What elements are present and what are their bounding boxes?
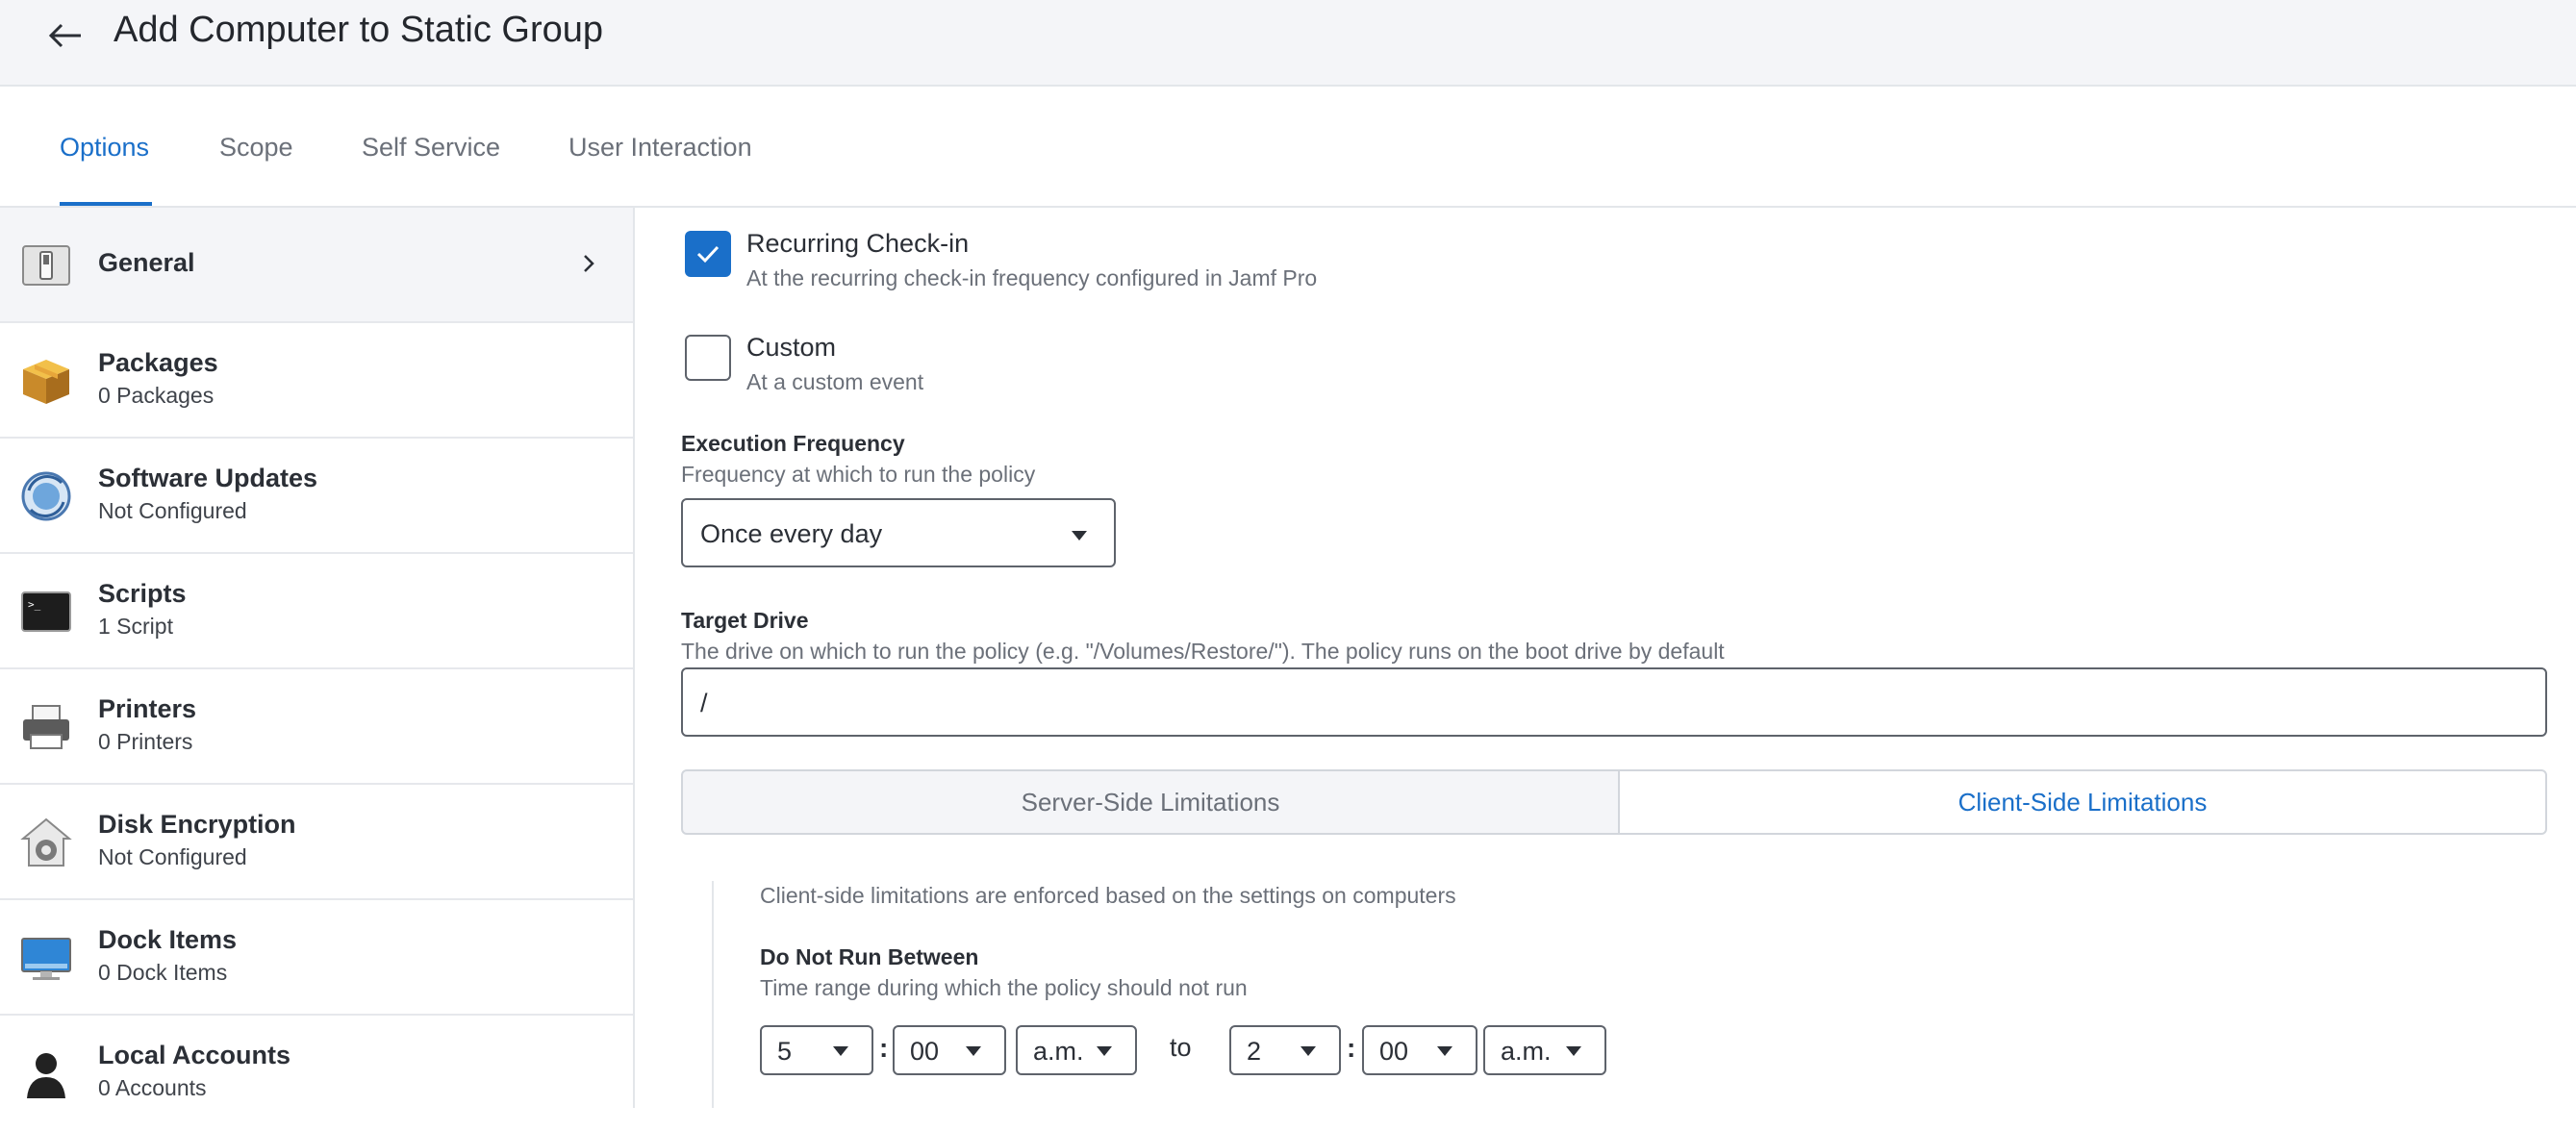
client-side-limitations-tab[interactable]: Client-Side Limitations bbox=[1618, 769, 2547, 835]
sidebar-item-scripts[interactable]: >_ Scripts 1 Script bbox=[0, 554, 633, 669]
disk-encryption-icon bbox=[20, 817, 72, 867]
end-period-value: a.m. bbox=[1501, 1037, 1552, 1066]
target-drive-input[interactable]: / bbox=[681, 667, 2547, 737]
chevron-right-icon bbox=[584, 255, 594, 272]
sidebar-item-label: Dock Items bbox=[98, 925, 238, 954]
time-separator: : bbox=[1347, 1033, 1356, 1063]
end-hour-select[interactable]: 2 bbox=[1229, 1025, 1341, 1075]
start-hour-select[interactable]: 5 bbox=[760, 1025, 873, 1075]
sidebar-item-local-accounts[interactable]: Local Accounts 0 Accounts bbox=[0, 1016, 633, 1131]
execution-frequency-description: Frequency at which to run the policy bbox=[681, 462, 1036, 487]
sidebar-item-disk-encryption[interactable]: Disk Encryption Not Configured bbox=[0, 785, 633, 900]
sidebar-item-label: Disk Encryption bbox=[98, 810, 296, 839]
recurring-checkin-description: At the recurring check-in frequency conf… bbox=[746, 265, 1318, 290]
sidebar-item-subtitle: 0 Dock Items bbox=[98, 960, 228, 985]
sidebar-item-label: Printers bbox=[98, 694, 197, 723]
sidebar-item-subtitle: 0 Accounts bbox=[98, 1075, 207, 1100]
end-hour-value: 2 bbox=[1247, 1037, 1262, 1066]
chevron-down-icon bbox=[1437, 1046, 1452, 1056]
chevron-down-icon bbox=[1097, 1046, 1112, 1056]
panel-divider bbox=[712, 881, 714, 1108]
custom-trigger-checkbox[interactable] bbox=[685, 335, 731, 381]
end-minute-value: 00 bbox=[1379, 1037, 1409, 1066]
tab-scope[interactable]: Scope bbox=[219, 133, 293, 163]
target-drive-title: Target Drive bbox=[681, 608, 809, 633]
package-icon bbox=[23, 360, 69, 404]
sidebar-item-printers[interactable]: Printers 0 Printers bbox=[0, 669, 633, 785]
execution-frequency-value: Once every day bbox=[700, 519, 883, 548]
sidebar-item-subtitle: Not Configured bbox=[98, 498, 247, 523]
sidebar: General Packages 0 Packages Software Upd… bbox=[0, 208, 635, 1108]
sidebar-item-subtitle: 0 Printers bbox=[98, 729, 193, 754]
execution-frequency-select[interactable]: Once every day bbox=[681, 498, 1116, 567]
chevron-down-icon bbox=[1566, 1046, 1581, 1056]
sidebar-item-label: Packages bbox=[98, 348, 218, 377]
end-period-select[interactable]: a.m. bbox=[1483, 1025, 1606, 1075]
back-arrow-icon[interactable] bbox=[46, 12, 85, 60]
time-range-to-label: to bbox=[1170, 1033, 1192, 1062]
chevron-down-icon bbox=[966, 1046, 981, 1056]
custom-trigger-description: At a custom event bbox=[746, 369, 924, 394]
page-title: Add Computer to Static Group bbox=[114, 10, 604, 50]
sidebar-item-software-updates[interactable]: Software Updates Not Configured bbox=[0, 439, 633, 554]
start-minute-select[interactable]: 00 bbox=[893, 1025, 1006, 1075]
sidebar-item-label: General bbox=[98, 248, 195, 277]
checkmark-icon bbox=[696, 245, 720, 264]
sidebar-item-label: Scripts bbox=[98, 579, 187, 608]
chevron-down-icon bbox=[1301, 1046, 1316, 1056]
time-separator: : bbox=[879, 1033, 889, 1063]
user-silhouette-icon bbox=[27, 1053, 65, 1098]
sidebar-item-subtitle: 0 Packages bbox=[98, 383, 215, 408]
sidebar-item-label: Local Accounts bbox=[98, 1041, 291, 1069]
start-period-select[interactable]: a.m. bbox=[1016, 1025, 1137, 1075]
printer-icon bbox=[23, 705, 69, 749]
svg-text:>_: >_ bbox=[28, 598, 41, 611]
software-update-icon bbox=[21, 471, 71, 521]
target-drive-value: / bbox=[700, 689, 708, 717]
recurring-checkin-checkbox[interactable] bbox=[685, 231, 731, 277]
sidebar-item-general[interactable]: General bbox=[0, 208, 633, 323]
server-side-limitations-tab[interactable]: Server-Side Limitations bbox=[681, 769, 1620, 835]
chevron-down-icon bbox=[833, 1046, 848, 1056]
do-not-run-title: Do Not Run Between bbox=[760, 944, 979, 969]
tab-options[interactable]: Options bbox=[60, 133, 149, 163]
do-not-run-description: Time range during which the policy shoul… bbox=[760, 975, 1248, 1000]
end-minute-select[interactable]: 00 bbox=[1362, 1025, 1477, 1075]
custom-trigger-label: Custom bbox=[746, 333, 837, 362]
sidebar-item-dock-items[interactable]: Dock Items 0 Dock Items bbox=[0, 900, 633, 1016]
tab-user-interaction[interactable]: User Interaction bbox=[568, 133, 752, 163]
chevron-down-icon bbox=[1072, 531, 1087, 540]
page-header: Add Computer to Static Group bbox=[0, 0, 2576, 87]
tab-self-service[interactable]: Self Service bbox=[362, 133, 500, 163]
start-hour-value: 5 bbox=[777, 1037, 793, 1066]
start-minute-value: 00 bbox=[910, 1037, 940, 1066]
switch-icon bbox=[22, 245, 70, 286]
execution-frequency-title: Execution Frequency bbox=[681, 431, 905, 456]
tab-bar: Options Scope Self Service User Interact… bbox=[0, 88, 2576, 208]
terminal-icon: >_ bbox=[21, 591, 71, 632]
client-limitations-description: Client-side limitations are enforced bas… bbox=[760, 883, 1456, 908]
sidebar-item-subtitle: 1 Script bbox=[98, 614, 173, 639]
active-tab-indicator bbox=[60, 202, 152, 206]
monitor-icon bbox=[21, 938, 71, 980]
recurring-checkin-label: Recurring Check-in bbox=[746, 229, 970, 258]
sidebar-item-label: Software Updates bbox=[98, 464, 318, 492]
sidebar-item-subtitle: Not Configured bbox=[98, 844, 247, 869]
sidebar-item-packages[interactable]: Packages 0 Packages bbox=[0, 323, 633, 439]
target-drive-description: The drive on which to run the policy (e.… bbox=[681, 639, 1725, 664]
start-period-value: a.m. bbox=[1033, 1037, 1084, 1066]
